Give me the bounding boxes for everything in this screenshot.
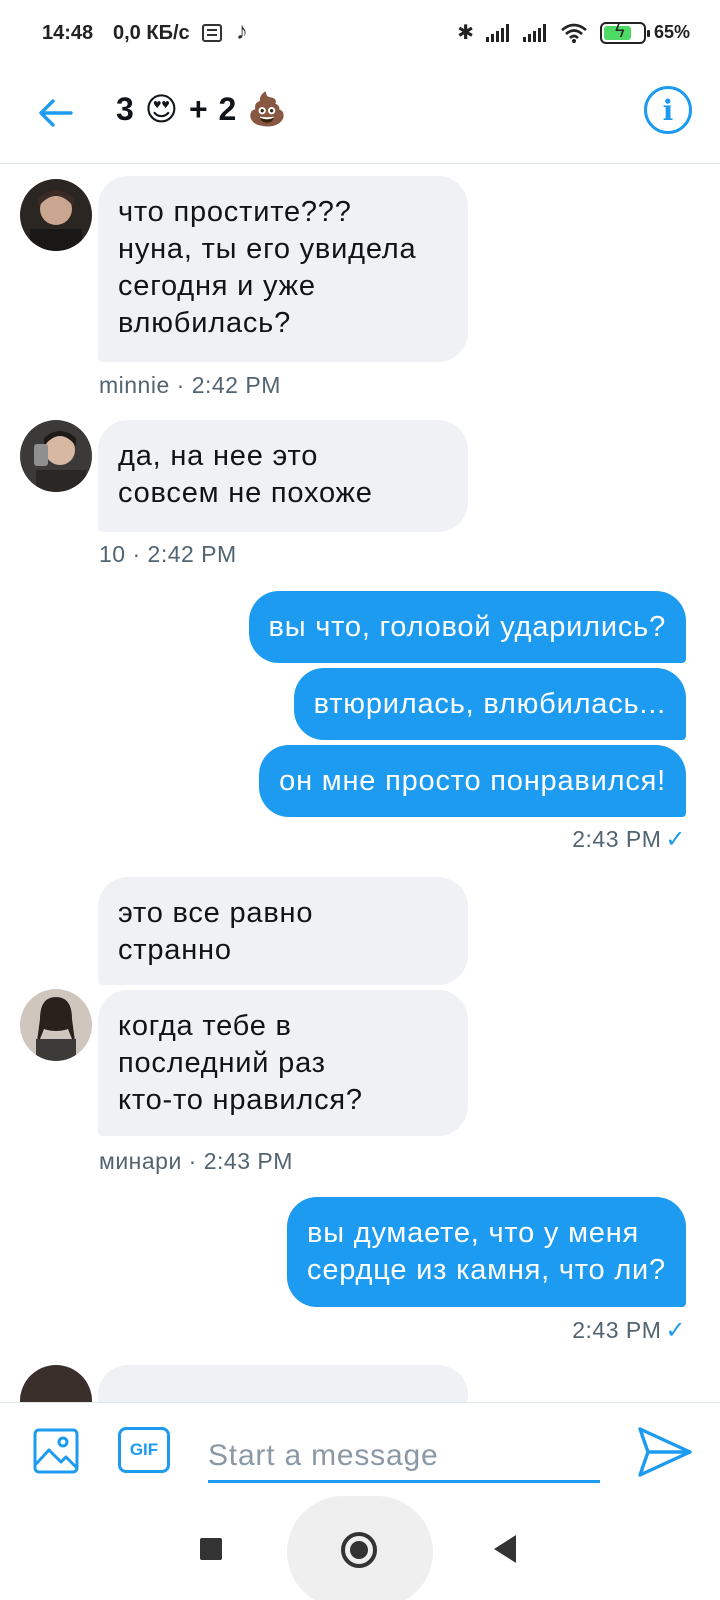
message-bubble-incoming[interactable]: это все равно странно (98, 877, 468, 985)
info-button[interactable]: i (644, 86, 692, 134)
message-meta: 2:43 PM ✓ (572, 1317, 686, 1344)
send-icon (638, 1427, 692, 1477)
wifi-icon (561, 23, 587, 43)
battery-charging-icon: ϟ (599, 21, 650, 44)
signal-icon (485, 23, 509, 42)
message-composer: GIF (0, 1402, 720, 1504)
bluetooth-icon: ✱ (457, 22, 474, 44)
info-icon: i (662, 93, 674, 127)
signal-icon (522, 23, 546, 42)
battery-percent: 65% (653, 22, 690, 42)
message-meta: минари · 2:43 PM (99, 1148, 293, 1174)
system-navigation-bar (0, 1496, 720, 1600)
chat-title[interactable]: 3 😍 + 2 💩 (116, 90, 288, 128)
message-input[interactable] (208, 1431, 600, 1483)
home-button[interactable] (341, 1532, 377, 1568)
message-bubble-incoming[interactable]: что простите??? нуна, ты его увидела сег… (98, 176, 468, 362)
message-bubble-outgoing[interactable]: он мне просто понравился! (259, 745, 686, 817)
image-icon (33, 1428, 79, 1474)
status-net-speed: 0,0 КБ/с (113, 22, 190, 44)
message-bubble-outgoing[interactable]: втюрилась, влюбилась... (293, 668, 686, 740)
chat-header: 3 😍 + 2 💩 i (0, 70, 720, 164)
message-meta: minnie · 2:42 PM (99, 372, 281, 398)
image-button[interactable] (32, 1427, 80, 1475)
send-button[interactable] (636, 1423, 694, 1481)
message-bubble-incoming (98, 1365, 468, 1402)
message-list[interactable]: что простите??? нуна, ты его увидела сег… (0, 165, 720, 1402)
message-meta: 10 · 2:42 PM (99, 541, 237, 567)
recents-button[interactable] (200, 1538, 222, 1560)
message-meta: 2:43 PM ✓ (572, 826, 686, 853)
avatar[interactable] (20, 179, 92, 251)
tiktok-icon: ♪ (236, 18, 248, 45)
status-time: 14:48 (42, 22, 94, 44)
gif-button[interactable]: GIF (118, 1427, 170, 1473)
message-bubble-incoming[interactable]: да, на нее это совсем не похоже (98, 420, 468, 532)
notes-icon (202, 24, 222, 42)
check-icon: ✓ (665, 1317, 686, 1344)
message-bubble-incoming[interactable]: когда тебе в последний раз кто-то нравил… (98, 990, 468, 1136)
back-nav-button[interactable] (494, 1535, 516, 1563)
avatar (20, 1365, 92, 1402)
status-bar: 14:48 0,0 КБ/с ♪ ✱ ϟ 65% (0, 0, 720, 70)
message-bubble-outgoing[interactable]: вы что, головой ударились? (248, 591, 686, 663)
back-button[interactable] (30, 88, 80, 138)
check-icon: ✓ (665, 826, 686, 853)
avatar[interactable] (20, 989, 92, 1061)
message-bubble-outgoing[interactable]: вы думаете, что у меня сердце из камня, … (287, 1197, 686, 1307)
arrow-left-icon (39, 99, 73, 127)
avatar[interactable] (20, 420, 92, 492)
